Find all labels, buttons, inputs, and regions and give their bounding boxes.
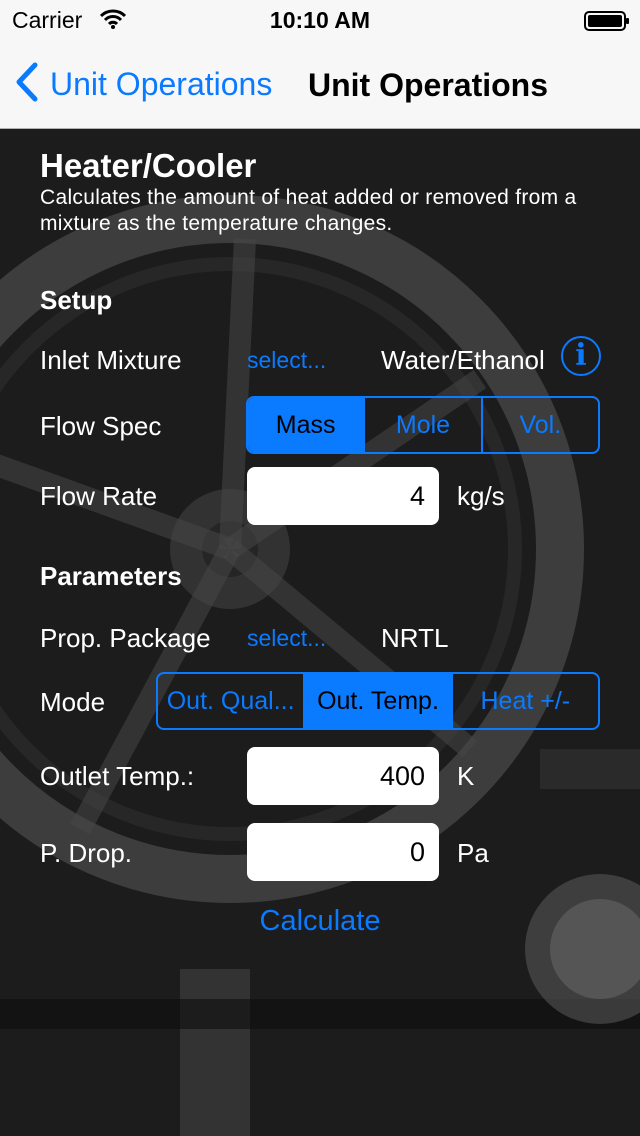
mode-segmented-control: Out. Qual... Out. Temp. Heat +/- bbox=[156, 672, 600, 730]
chevron-left-icon bbox=[14, 62, 38, 107]
flow-spec-label: Flow Spec bbox=[40, 411, 162, 441]
section-parameters: Parameters bbox=[40, 561, 182, 591]
flow-rate-input[interactable]: 4 bbox=[247, 467, 439, 525]
mode-label: Mode bbox=[40, 687, 106, 717]
flow-rate-label: Flow Rate bbox=[40, 481, 158, 511]
outlet-temp-unit: K bbox=[457, 761, 475, 791]
flow-spec-segmented-control: Mass Mole Vol. bbox=[246, 396, 600, 454]
nav-title: Unit Operations bbox=[308, 67, 549, 103]
battery-icon bbox=[584, 10, 629, 31]
flow-spec-mole-segment[interactable]: Mole bbox=[363, 398, 480, 452]
inlet-mixture-label: Inlet Mixture bbox=[40, 345, 182, 375]
prop-package-label: Prop. Package bbox=[40, 623, 211, 653]
calculate-button[interactable]: Calculate bbox=[0, 905, 640, 938]
prop-package-select-button[interactable]: select... bbox=[247, 625, 326, 652]
p-drop-input[interactable]: 0 bbox=[247, 823, 439, 881]
back-button[interactable]: Unit Operations bbox=[14, 62, 272, 106]
status-bar: Carrier 10:10 AM bbox=[0, 0, 640, 40]
info-icon[interactable]: i bbox=[561, 336, 601, 376]
flow-spec-vol-segment[interactable]: Vol. bbox=[480, 398, 598, 452]
p-drop-unit: Pa bbox=[457, 838, 489, 868]
outlet-temp-input[interactable]: 400 bbox=[247, 747, 439, 805]
back-label: Unit Operations bbox=[50, 65, 273, 102]
inlet-mixture-value: Water/Ethanol bbox=[381, 345, 545, 375]
page-description: Calculates the amount of heat added or r… bbox=[40, 186, 577, 235]
outlet-temp-label: Outlet Temp.: bbox=[40, 761, 195, 791]
navigation-bar: Unit Operations Unit Operations bbox=[0, 40, 640, 129]
mode-out-qual-segment[interactable]: Out. Qual... bbox=[158, 674, 303, 728]
flow-rate-unit: kg/s bbox=[457, 481, 505, 511]
section-setup: Setup bbox=[40, 285, 113, 315]
mode-heat-segment[interactable]: Heat +/- bbox=[450, 674, 598, 728]
inlet-mixture-select-button[interactable]: select... bbox=[247, 347, 326, 374]
clock: 10:10 AM bbox=[269, 7, 371, 33]
flow-spec-mass-segment[interactable]: Mass bbox=[248, 398, 364, 452]
mode-out-temp-segment[interactable]: Out. Temp. bbox=[303, 674, 451, 728]
prop-package-value: NRTL bbox=[381, 623, 449, 653]
p-drop-label: P. Drop. bbox=[40, 838, 133, 868]
page-title: Heater/Cooler bbox=[40, 147, 257, 184]
heater-cooler-form: Heater/Cooler Calculates the amount of h… bbox=[0, 129, 640, 1136]
